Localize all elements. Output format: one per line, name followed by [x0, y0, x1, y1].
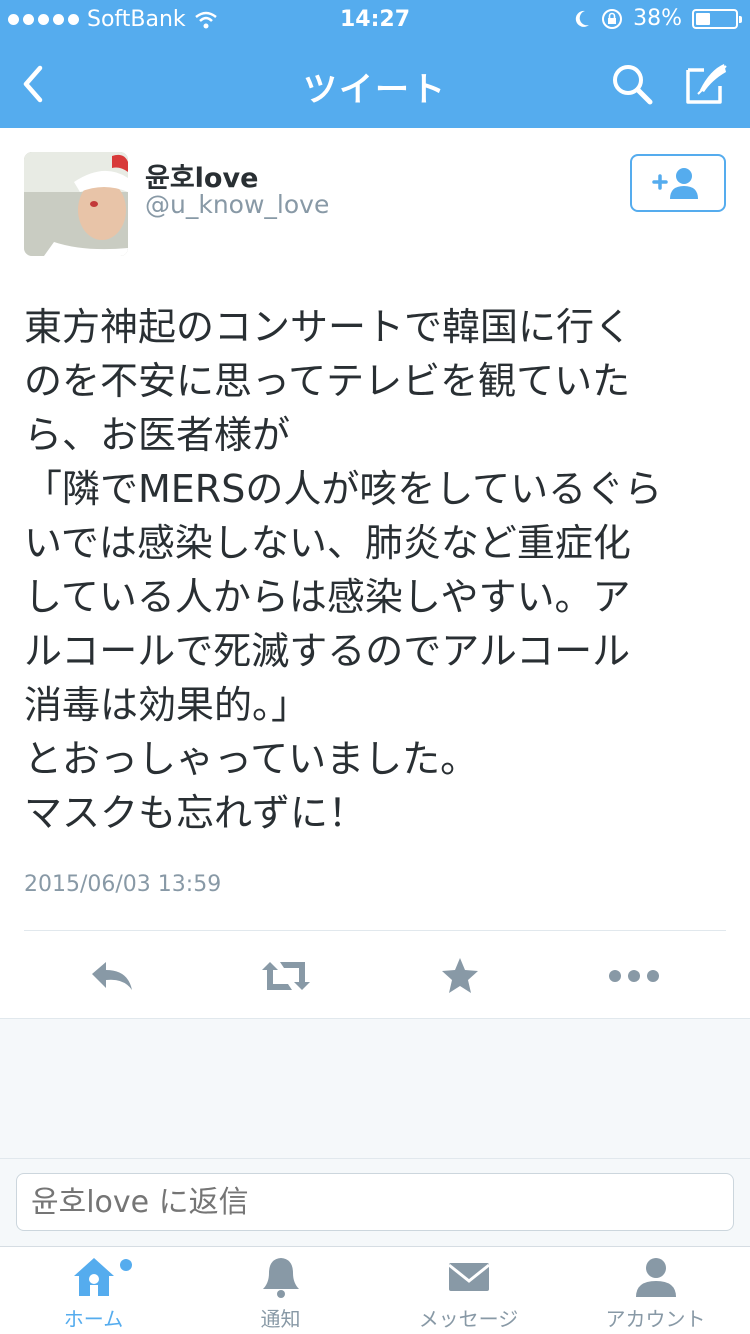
- avatar-photo: [24, 152, 128, 256]
- tab-home-label: ホーム: [63, 1307, 124, 1331]
- battery-percent: 38%: [633, 6, 682, 31]
- add-user-icon: [652, 168, 698, 199]
- envelope-icon: [447, 1263, 490, 1291]
- header: SoftBank 14:27 38% ツイート: [0, 0, 750, 128]
- retweet-button[interactable]: [256, 946, 316, 1006]
- bell-icon: [262, 1258, 299, 1298]
- tab-notifications[interactable]: 通知: [187, 1247, 374, 1334]
- tab-messages[interactable]: メッセージ: [375, 1247, 562, 1334]
- rotation-lock-icon: [602, 8, 623, 29]
- tab-bar: ホーム 通知 メッセージ アカウント: [0, 1246, 750, 1334]
- user-handle[interactable]: @u_know_love: [145, 190, 329, 219]
- tweet-timestamp: 2015/06/03 13:59: [24, 872, 222, 897]
- divider: [24, 930, 726, 931]
- empty-area: [0, 1018, 750, 1158]
- new-items-dot: [120, 1259, 132, 1271]
- battery-icon: [692, 8, 742, 29]
- retweet-icon: [262, 962, 310, 990]
- reply-icon: [92, 962, 132, 990]
- tab-notifications-label: 通知: [260, 1307, 301, 1331]
- more-dots-icon: [609, 970, 659, 982]
- tab-account-label: アカウント: [605, 1307, 706, 1331]
- moon-icon: [575, 10, 590, 27]
- reply-bar: [0, 1158, 750, 1246]
- tab-messages-label: メッセージ: [418, 1307, 519, 1331]
- nav-bar: ツイート: [0, 40, 750, 128]
- follow-button[interactable]: [630, 154, 726, 212]
- avatar[interactable]: [24, 152, 128, 256]
- reply-input[interactable]: [16, 1173, 734, 1231]
- search-icon[interactable]: [608, 60, 656, 108]
- reply-button[interactable]: [82, 946, 142, 1006]
- tweet-actions: [0, 946, 750, 1006]
- person-icon: [635, 1258, 676, 1297]
- status-bar: SoftBank 14:27 38%: [0, 0, 750, 40]
- favorite-button[interactable]: [430, 946, 490, 1006]
- home-icon: [73, 1258, 114, 1296]
- tab-account[interactable]: アカウント: [562, 1247, 749, 1334]
- status-right: 38%: [573, 6, 742, 31]
- compose-icon[interactable]: [682, 60, 730, 108]
- tab-home[interactable]: ホーム: [0, 1247, 187, 1334]
- star-icon: [442, 958, 478, 993]
- more-button[interactable]: [604, 946, 664, 1006]
- tweet-text: 東方神起のコンサートで韓国に行く のを不安に思ってテレビを観ていた ら、お医者様…: [24, 305, 663, 835]
- battery-fill: [696, 12, 710, 25]
